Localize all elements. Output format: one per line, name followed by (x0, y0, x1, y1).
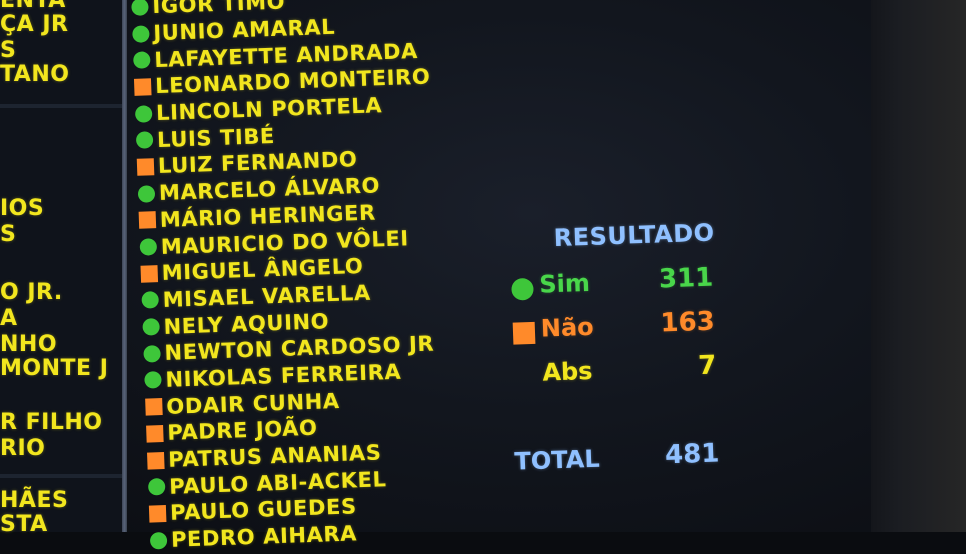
result-value-sim: 311 (658, 262, 714, 295)
voting-board: ENTA ÇA JR S TANO IOS S O JR. A NHO MONT… (0, 0, 966, 552)
left-name: ÇA JR (0, 12, 69, 37)
result-row-abs: Abs 7 (511, 350, 717, 394)
left-name: STA (0, 512, 48, 537)
result-title: RESULTADO (553, 218, 716, 253)
result-total-label: TOTAL (514, 444, 601, 476)
orange-square-icon (136, 158, 155, 176)
left-name: MONTE J (0, 356, 109, 381)
left-name: S (0, 222, 17, 247)
left-name: R FILHO (0, 410, 103, 435)
member-name: LUIS TIBÉ (156, 123, 276, 152)
member-name: PADRE JOÃO (166, 416, 318, 446)
result-label-nao: Não (540, 312, 595, 343)
orange-square-icon (147, 451, 165, 470)
green-circle-icon (144, 371, 162, 390)
green-circle-icon (141, 291, 159, 310)
green-circle-icon (134, 104, 153, 123)
member-vote-list: IGOR TIMO JUNIO AMARAL LAFAYETTE ANDRADA LE… (128, 0, 447, 552)
green-circle-icon (131, 0, 149, 16)
left-name-column: ENTA ÇA JR S TANO IOS S O JR. A NHO MONT… (0, 0, 122, 537)
green-circle-icon (139, 238, 158, 256)
left-name: TANO (0, 62, 70, 87)
result-row-nao: Não 163 (509, 307, 715, 348)
left-name: RIO (0, 436, 46, 461)
result-label-sim: Sim (538, 268, 591, 299)
column-divider (122, 0, 127, 532)
green-circle-icon (137, 184, 156, 203)
green-circle-icon (511, 277, 534, 301)
screen-bezel (871, 0, 966, 532)
member-name: PEDRO AIHARA (170, 521, 358, 552)
orange-square-icon (145, 398, 163, 416)
green-circle-icon (143, 344, 161, 363)
result-label-abs: Abs (541, 356, 593, 387)
orange-square-icon (148, 504, 167, 523)
left-name: S (0, 38, 17, 63)
row-separator (0, 104, 122, 108)
left-name: O JR. (0, 280, 63, 305)
left-name: HÃES (0, 488, 69, 513)
result-panel: RESULTADO Sim 311 Não 163 Abs 7 TOTAL 48… (500, 210, 729, 488)
orange-square-icon (133, 78, 152, 96)
result-value-nao: 163 (659, 306, 716, 339)
left-name: A (0, 306, 18, 331)
result-total-value: 481 (664, 438, 720, 471)
row-separator (0, 474, 122, 478)
green-circle-icon (142, 318, 160, 336)
orange-square-icon (140, 264, 159, 283)
orange-square-icon (138, 211, 157, 230)
green-circle-icon (147, 478, 166, 496)
green-circle-icon (135, 131, 154, 150)
orange-square-icon (146, 424, 164, 443)
left-name: NHO (0, 332, 58, 357)
result-value-abs: 7 (697, 350, 717, 382)
green-circle-icon (133, 51, 151, 70)
result-row-sim: Sim 311 (508, 263, 714, 304)
left-name: IOS (0, 196, 45, 221)
green-circle-icon (149, 531, 168, 550)
orange-square-icon (512, 321, 536, 345)
green-circle-icon (132, 24, 150, 43)
result-row-total: TOTAL 481 (514, 438, 720, 479)
